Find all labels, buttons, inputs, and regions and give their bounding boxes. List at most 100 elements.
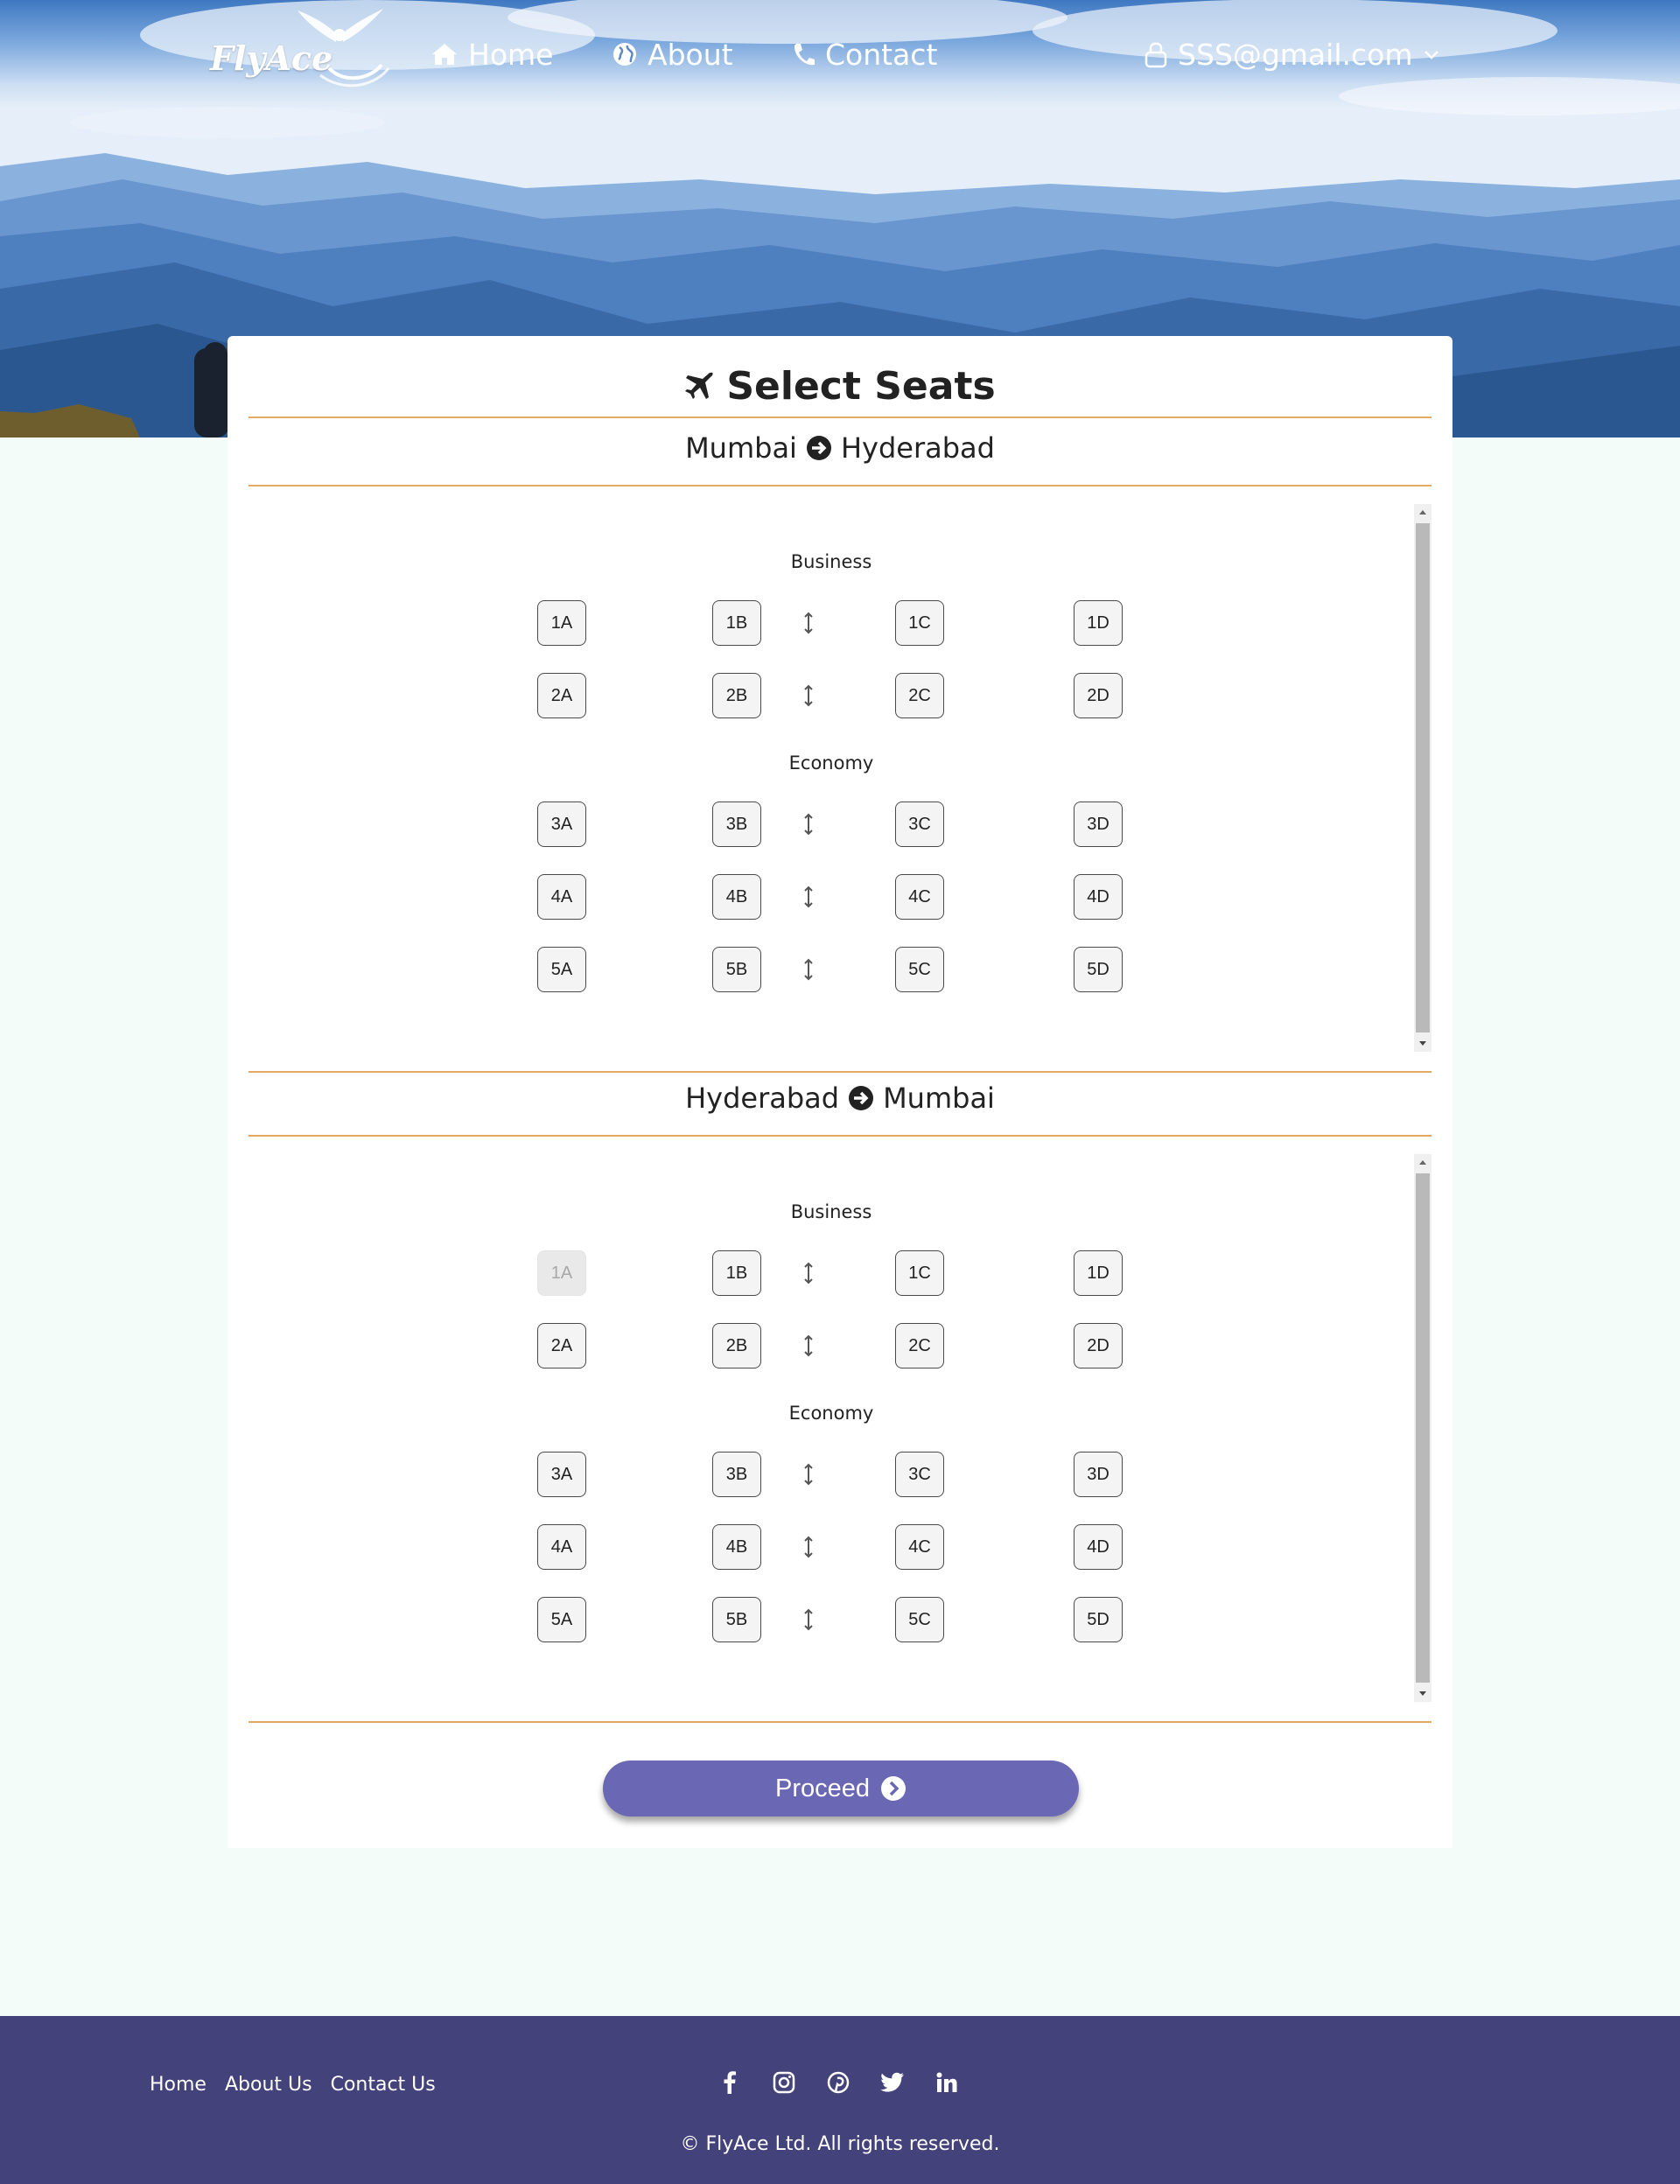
cabin-class-label: Business [790, 1201, 872, 1222]
scrollbar[interactable] [1414, 1154, 1432, 1702]
linkedin-icon[interactable] [933, 2068, 961, 2096]
seat-button[interactable]: 1C [895, 1250, 944, 1296]
footer-link-about[interactable]: About Us [225, 2074, 312, 2096]
aisle-marker [800, 1323, 817, 1368]
seat-button[interactable]: 1B [712, 600, 761, 646]
seat-button[interactable]: 4D [1074, 1524, 1123, 1570]
aisle-arrows-icon [804, 612, 813, 634]
seat-button[interactable]: 2B [712, 1323, 761, 1368]
proceed-button[interactable]: Proceed [603, 1760, 1079, 1816]
arrow-circle-right-icon [806, 436, 831, 460]
user-account-dropdown[interactable]: SSS@gmail.com [1144, 33, 1440, 75]
seat-button[interactable]: 1B [712, 1250, 761, 1296]
seat-map[interactable]: Business 1A 1B 1C 1D 2A 2B 2C 2D Economy 3A 3B 3C 3D 4… [248, 504, 1432, 1052]
seat-button[interactable]: 2C [895, 1323, 944, 1368]
top-navbar: FlyAce Home About Contact SSS@gmail.com [0, 0, 1680, 108]
seat-button[interactable]: 5B [712, 1597, 761, 1642]
seat-button[interactable]: 4C [895, 1524, 944, 1570]
nav-about-link[interactable]: About [612, 33, 733, 75]
instagram-icon[interactable] [770, 2068, 798, 2096]
aisle-arrows-icon [804, 1536, 813, 1558]
seat-button[interactable]: 3D [1074, 1452, 1123, 1497]
seat-button[interactable]: 3C [895, 802, 944, 847]
brand-logo[interactable]: FlyAce [206, 7, 395, 94]
aisle-marker [800, 1452, 817, 1497]
arrow-circle-right-icon [849, 1086, 874, 1110]
seat-button[interactable]: 5A [537, 1597, 586, 1642]
aisle-marker [800, 673, 817, 718]
seat-button[interactable]: 5D [1074, 947, 1123, 992]
scrollbar-thumb[interactable] [1416, 523, 1430, 1032]
seat-button[interactable]: 4A [537, 1524, 586, 1570]
scroll-down-arrow-icon[interactable] [1414, 1686, 1432, 1702]
aisle-arrows-icon [804, 1608, 813, 1631]
pinterest-icon[interactable] [824, 2068, 852, 2096]
scroll-up-arrow-icon[interactable] [1414, 504, 1432, 520]
seat-button[interactable]: 3D [1074, 802, 1123, 847]
user-lock-icon [1144, 42, 1167, 68]
seat-button[interactable]: 5C [895, 947, 944, 992]
seat-button[interactable]: 2C [895, 673, 944, 718]
aisle-arrows-icon [804, 1262, 813, 1284]
aisle-marker [800, 1250, 817, 1296]
scroll-down-arrow-icon[interactable] [1414, 1036, 1432, 1052]
seat-button[interactable]: 2A [537, 1323, 586, 1368]
nav-contact-label: Contact [825, 37, 938, 72]
page-title-text: Select Seats [726, 363, 996, 409]
cabin-class-label: Economy [788, 1403, 874, 1424]
phone-icon [794, 44, 815, 66]
proceed-label: Proceed [774, 1774, 870, 1802]
seat-button[interactable]: 5B [712, 947, 761, 992]
route-header: Hyderabad Mumbai [228, 1074, 1452, 1123]
route-origin: Hyderabad [685, 1082, 840, 1115]
page-title: Select Seats [228, 357, 1452, 415]
seat-button-unavailable: 1A [537, 1250, 586, 1296]
divider [248, 1721, 1432, 1723]
seat-button[interactable]: 2A [537, 673, 586, 718]
facebook-icon[interactable] [716, 2068, 744, 2096]
seat-button[interactable]: 3B [712, 1452, 761, 1497]
scroll-up-arrow-icon[interactable] [1414, 1154, 1432, 1170]
route-origin: Mumbai [685, 431, 797, 465]
aisle-arrows-icon [804, 886, 813, 908]
globe-icon [613, 43, 636, 66]
seat-button[interactable]: 2B [712, 673, 761, 718]
nav-contact-link[interactable]: Contact [792, 33, 937, 75]
aisle-arrows-icon [804, 813, 813, 836]
seat-button[interactable]: 1C [895, 600, 944, 646]
seat-button[interactable]: 2D [1074, 1323, 1123, 1368]
divider [248, 485, 1432, 486]
chevron-down-icon [1424, 51, 1439, 60]
footer-link-contact[interactable]: Contact Us [331, 2074, 436, 2096]
scrollbar[interactable] [1414, 504, 1432, 1052]
route-header: Mumbai Hyderabad [228, 424, 1452, 472]
seat-button[interactable]: 4D [1074, 874, 1123, 920]
seat-button[interactable]: 4B [712, 1524, 761, 1570]
aisle-arrows-icon [804, 1463, 813, 1486]
home-icon [432, 44, 457, 65]
seat-button[interactable]: 4C [895, 874, 944, 920]
seat-button[interactable]: 2D [1074, 673, 1123, 718]
cabin-class-label: Economy [788, 752, 874, 774]
seat-map[interactable]: Business 1A 1B 1C 1D 2A 2B 2C 2D Economy 3A 3B 3C 3D 4… [248, 1154, 1432, 1702]
seat-button[interactable]: 3C [895, 1452, 944, 1497]
seat-button[interactable]: 1A [537, 600, 586, 646]
footer-link-home[interactable]: Home [150, 2074, 206, 2096]
seat-button[interactable]: 3A [537, 1452, 586, 1497]
seat-button[interactable]: 4B [712, 874, 761, 920]
seat-button[interactable]: 3B [712, 802, 761, 847]
seat-button[interactable]: 1D [1074, 1250, 1123, 1296]
seat-button[interactable]: 5A [537, 947, 586, 992]
scrollbar-thumb[interactable] [1416, 1173, 1430, 1683]
twitter-icon[interactable] [878, 2068, 906, 2096]
nav-home-label: Home [468, 37, 554, 72]
nav-home-link[interactable]: Home [431, 33, 553, 75]
seat-button[interactable]: 5D [1074, 1597, 1123, 1642]
seat-button[interactable]: 1D [1074, 600, 1123, 646]
aisle-marker [800, 802, 817, 847]
cabin-class-label: Business [790, 551, 872, 572]
seat-button[interactable]: 5C [895, 1597, 944, 1642]
seat-button[interactable]: 3A [537, 802, 586, 847]
seat-button[interactable]: 4A [537, 874, 586, 920]
footer-links: Home About Us Contact Us [150, 2074, 436, 2096]
